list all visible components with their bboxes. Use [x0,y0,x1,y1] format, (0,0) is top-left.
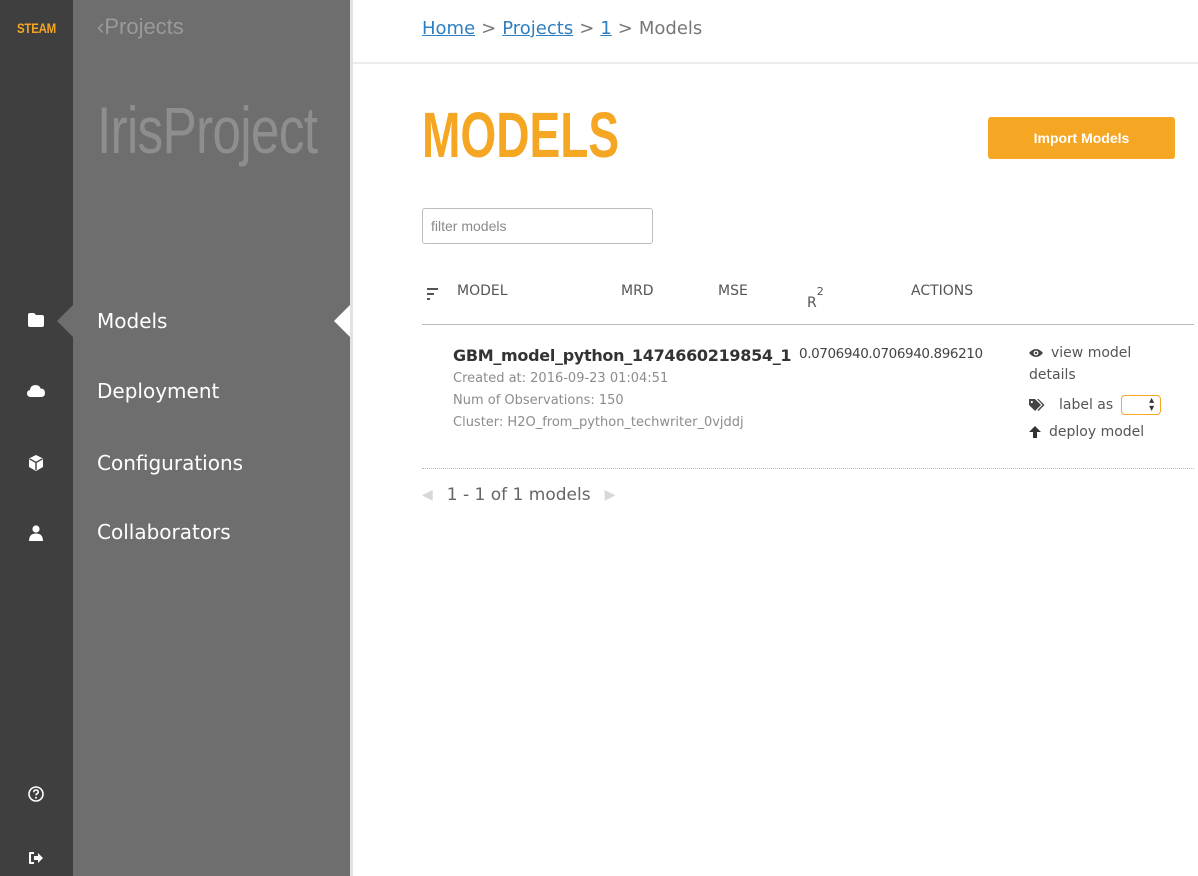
breadcrumb-separator: > [579,18,595,39]
active-nav-pointer [334,305,350,337]
column-header-mrd[interactable]: MRD [621,283,654,299]
model-metrics: 0.0706940.0706940.896210 [799,346,983,362]
project-sidebar: ‹Projects IrisProject Models Deployment … [73,0,353,876]
sidebar-item-collaborators[interactable]: Collaborators [97,517,231,547]
sidebar-item-models[interactable]: Models [97,306,167,336]
view-model-details-action[interactable]: view model [1029,345,1131,361]
help-icon[interactable] [24,782,48,806]
folder-icon[interactable] [24,308,48,332]
filter-models-input[interactable] [422,208,653,244]
header-divider [422,324,1194,325]
view-model-label: view model [1051,345,1132,361]
pagination: ◀ 1 - 1 of 1 models ▶ [422,485,615,505]
breadcrumb-project-id[interactable]: 1 [600,18,611,39]
breadcrumb-projects[interactable]: Projects [502,18,573,39]
deploy-model-label: deploy model [1049,424,1145,440]
label-select[interactable]: ▴ ▾ [1121,395,1162,415]
column-header-mse[interactable]: MSE [718,283,748,299]
sidebar-item-deployment[interactable]: Deployment [97,376,219,406]
select-arrows-icon: ▴ ▾ [1149,395,1155,414]
sort-icon[interactable] [427,287,439,305]
pagination-text: 1 - 1 of 1 models [446,485,591,505]
row-divider [422,468,1194,469]
r2-superscript: 2 [816,285,824,298]
page-title: MODELS [422,99,620,171]
cube-icon[interactable] [24,451,48,475]
column-header-r2[interactable]: R2 [807,285,824,311]
breadcrumb-separator: > [481,18,497,39]
icon-rail: STEAM [0,0,73,876]
view-model-details-continued[interactable]: details [1029,367,1076,383]
user-icon[interactable] [24,521,48,545]
active-pointer [57,305,73,337]
project-name: IrisProject [97,93,318,167]
model-name[interactable]: GBM_model_python_1474660219854_1 [453,346,792,365]
sidebar-item-configurations[interactable]: Configurations [97,448,243,478]
eye-icon [1029,349,1043,357]
model-observations: Num of Observations: 150 [453,393,624,408]
label-as-action[interactable]: label as ▴ ▾ [1029,395,1162,415]
label-as-text: label as [1059,397,1114,413]
main-content: Home > Projects >1 > Models MODELS Import Mod… [353,0,1198,876]
back-to-projects-link[interactable]: ‹Projects [97,14,184,40]
import-models-button[interactable]: Import Models [988,117,1175,159]
column-header-actions: ACTIONS [911,283,974,299]
back-link-label: Projects [104,14,184,39]
brand-logo[interactable]: STEAM [7,8,67,48]
logout-icon[interactable] [24,846,48,870]
breadcrumb-separator: > [617,18,633,39]
deploy-model-action[interactable]: deploy model [1029,424,1144,440]
top-bar: Home > Projects >1 > Models [353,0,1198,64]
arrow-up-icon [1029,426,1041,438]
breadcrumb-current: Models [638,18,703,39]
tags-icon [1029,399,1045,411]
breadcrumb: Home > Projects >1 > Models [422,18,702,39]
prev-page-icon[interactable]: ◀ [422,487,433,503]
model-cluster: Cluster: H2O_from_python_techwriter_0vjd… [453,415,744,430]
breadcrumb-home[interactable]: Home [422,18,475,39]
column-header-model[interactable]: MODEL [457,283,508,299]
model-created-at: Created at: 2016-09-23 01:04:51 [453,371,669,386]
next-page-icon[interactable]: ▶ [605,487,616,503]
r2-label: R [807,294,817,311]
app-root: STEAM ‹Projects IrisProject Models Deplo… [0,0,1198,876]
cloud-icon[interactable] [24,379,48,403]
